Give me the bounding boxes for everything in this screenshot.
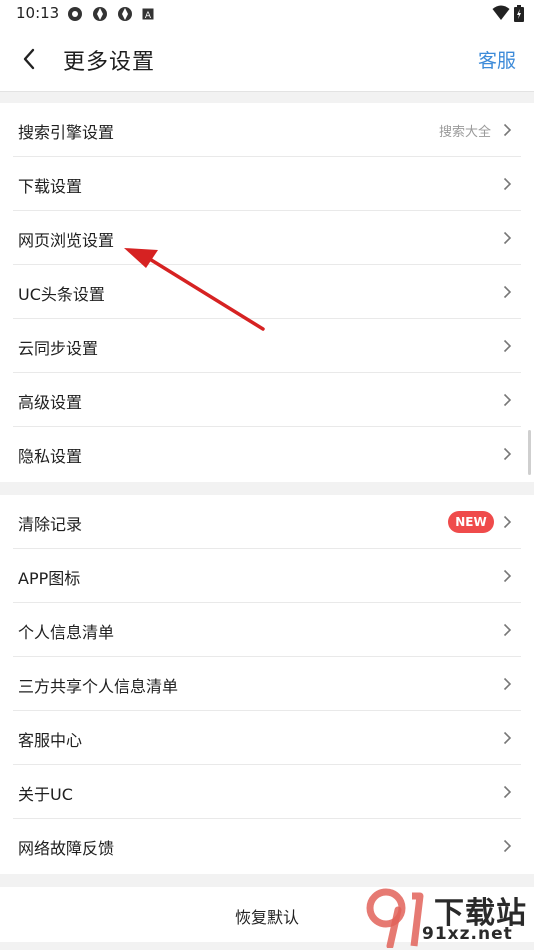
aperture-icon — [93, 7, 107, 21]
row-label: 客服中心 — [18, 731, 83, 750]
settings-row-about-uc[interactable]: 关于UC — [13, 765, 521, 819]
chevron-right-icon — [503, 231, 512, 245]
new-badge: NEW — [448, 511, 494, 533]
settings-group-secondary: 清除记录 NEW APP图标 个人信息清单 三方共享个人信息清单 客服中心 关于… — [0, 495, 534, 874]
row-label: UC头条设置 — [18, 285, 105, 304]
row-label: 云同步设置 — [18, 339, 99, 358]
settings-row-service-center[interactable]: 客服中心 — [13, 711, 521, 765]
chevron-right-icon — [503, 623, 512, 637]
aperture-icon — [118, 7, 132, 21]
chevron-right-icon — [503, 569, 512, 583]
battery-icon — [514, 5, 524, 22]
row-label: 清除记录 — [18, 515, 83, 534]
settings-row-privacy[interactable]: 隐私设置 — [13, 427, 521, 481]
page-title: 更多设置 — [63, 50, 156, 75]
status-time: 10:13 — [16, 4, 60, 22]
chevron-right-icon — [503, 177, 512, 191]
status-bar: 10:13 A — [0, 0, 534, 28]
settings-row-network-feedback[interactable]: 网络故障反馈 — [13, 819, 521, 873]
settings-row-personal-info-list[interactable]: 个人信息清单 — [13, 603, 521, 657]
watermark-text-bottom: 91xz.net — [422, 924, 513, 944]
app-header: 更多设置 客服 — [0, 28, 534, 92]
chevron-right-icon — [503, 393, 512, 407]
settings-row-download[interactable]: 下载设置 — [13, 157, 521, 211]
chevron-right-icon — [503, 285, 512, 299]
customer-service-link[interactable]: 客服 — [478, 46, 516, 73]
row-label: 下载设置 — [18, 177, 83, 196]
settings-row-search-engine[interactable]: 搜索引擎设置 搜索大全 — [13, 103, 521, 157]
chevron-right-icon — [503, 515, 512, 529]
settings-row-advanced[interactable]: 高级设置 — [13, 373, 521, 427]
row-label: 关于UC — [18, 785, 73, 804]
settings-row-cloud-sync[interactable]: 云同步设置 — [13, 319, 521, 373]
chevron-right-icon — [503, 123, 512, 137]
settings-row-third-party-sharing[interactable]: 三方共享个人信息清单 — [13, 657, 521, 711]
chevron-right-icon — [503, 839, 512, 853]
settings-row-clear-history[interactable]: 清除记录 NEW — [13, 495, 521, 549]
row-label: 隐私设置 — [18, 447, 83, 466]
settings-row-web-browsing[interactable]: 网页浏览设置 — [13, 211, 521, 265]
settings-row-uc-headlines[interactable]: UC头条设置 — [13, 265, 521, 319]
chevron-right-icon — [503, 339, 512, 353]
row-label: APP图标 — [18, 569, 81, 588]
settings-row-app-icon[interactable]: APP图标 — [13, 549, 521, 603]
row-label: 三方共享个人信息清单 — [18, 677, 179, 696]
watermark-91-logo-icon — [366, 888, 424, 948]
scrollbar[interactable] — [528, 430, 531, 475]
chevron-right-icon — [503, 785, 512, 799]
row-label: 网络故障反馈 — [18, 839, 115, 858]
chevron-right-icon — [503, 447, 512, 461]
chevron-right-icon — [503, 677, 512, 691]
font-icon: A — [142, 8, 154, 20]
row-label: 网页浏览设置 — [18, 231, 115, 250]
svg-text:A: A — [145, 11, 152, 20]
row-label: 个人信息清单 — [18, 623, 115, 642]
settings-group-primary: 搜索引擎设置 搜索大全 下载设置 网页浏览设置 UC头条设置 云同步设置 高级设… — [0, 103, 534, 482]
row-label: 搜索引擎设置 — [18, 123, 115, 142]
row-value-hint: 搜索大全 — [438, 125, 491, 140]
watermark-logo: 下载站 91xz.net — [364, 884, 534, 950]
wifi-icon — [492, 5, 510, 20]
row-label: 高级设置 — [18, 393, 83, 412]
back-icon[interactable] — [20, 46, 42, 72]
notification-app-icon — [68, 7, 82, 21]
chevron-right-icon — [503, 731, 512, 745]
